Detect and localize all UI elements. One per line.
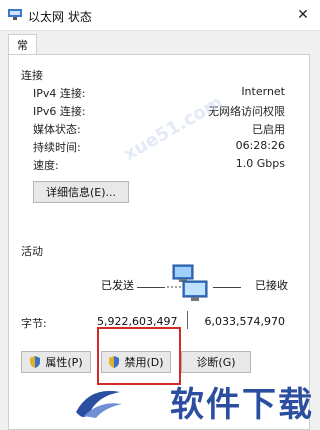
- title-bar: 以太网 状态 ✕: [0, 0, 320, 31]
- activity-section-title: 活动: [21, 245, 43, 258]
- watermark-logo-icon: [76, 390, 122, 418]
- diagnose-button[interactable]: 诊断(G): [181, 351, 251, 373]
- network-computers-icon: [167, 264, 208, 301]
- network-adapter-icon: [8, 9, 22, 20]
- duration-label: 持续时间:: [33, 141, 81, 154]
- uac-shield-icon: [30, 356, 41, 368]
- speed-value: 1.0 Gbps: [235, 157, 285, 170]
- disable-highlight-box: [97, 327, 181, 385]
- sent-line: [137, 287, 165, 288]
- ipv4-label: IPv4 连接:: [33, 87, 86, 100]
- details-button[interactable]: 详细信息(E)...: [33, 181, 129, 203]
- close-button[interactable]: ✕: [286, 0, 320, 30]
- received-line: [213, 287, 241, 288]
- ipv4-value: Internet: [241, 85, 285, 98]
- properties-button[interactable]: 属性(P): [21, 351, 91, 373]
- close-icon: ✕: [297, 7, 309, 23]
- bytes-divider: [187, 311, 188, 329]
- duration-value: 06:28:26: [235, 139, 285, 152]
- watermark-brand-text: 软件下载: [170, 385, 314, 425]
- speed-label: 速度:: [33, 159, 59, 172]
- received-label: 已接收: [255, 279, 288, 292]
- tab-general[interactable]: 常规: [8, 34, 37, 68]
- connection-section-title: 连接: [21, 69, 43, 82]
- ipv6-label: IPv6 连接:: [33, 105, 86, 118]
- window-title: 以太网 状态: [28, 10, 92, 24]
- properties-label: 属性(P): [45, 356, 83, 369]
- sent-label: 已发送: [101, 279, 134, 292]
- bytes-label: 字节:: [21, 317, 47, 330]
- general-panel: 连接 IPv4 连接: Internet IPv6 连接: 无网络访问权限 媒体…: [8, 54, 310, 430]
- bytes-received-value: 6,033,574,970: [204, 315, 285, 328]
- media-state-label: 媒体状态:: [33, 123, 81, 136]
- media-state-value: 已启用: [252, 123, 285, 136]
